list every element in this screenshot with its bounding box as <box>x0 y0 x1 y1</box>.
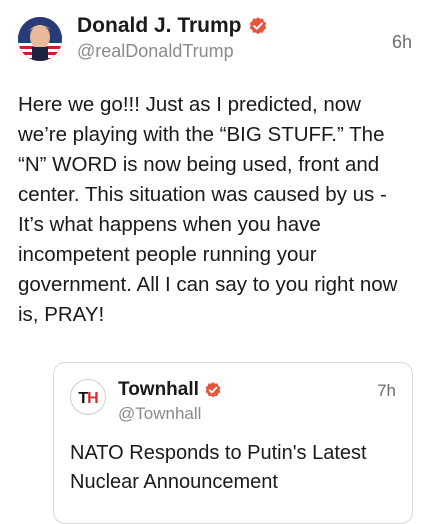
quoted-post-timestamp[interactable]: 7h <box>377 381 396 401</box>
avatar-image <box>18 17 62 61</box>
verified-badge-icon <box>205 382 221 398</box>
author-name[interactable]: Donald J. Trump <box>77 14 268 38</box>
svg-text:TH: TH <box>78 390 98 407</box>
post-timestamp[interactable]: 6h <box>392 32 412 53</box>
author-avatar[interactable] <box>18 17 62 61</box>
post-card: Donald J. Trump @realDonaldTrump 6h Here… <box>0 0 430 524</box>
author-name-text: Donald J. Trump <box>77 14 242 37</box>
quoted-post-text: NATO Responds to Putin's Latest Nuclear … <box>70 442 367 493</box>
quoted-author-name-text: Townhall <box>118 379 199 400</box>
post-body-text: Here we go!!! Just as I predicted, now w… <box>18 93 404 326</box>
verified-badge-icon <box>249 17 266 35</box>
author-handle[interactable]: @realDonaldTrump <box>77 41 234 62</box>
quoted-author-name[interactable]: Townhall <box>118 379 222 401</box>
townhall-logo-icon: TH <box>78 390 99 407</box>
quoted-author-avatar: TH <box>70 379 106 415</box>
quoted-author-handle[interactable]: @Townhall <box>118 404 201 424</box>
